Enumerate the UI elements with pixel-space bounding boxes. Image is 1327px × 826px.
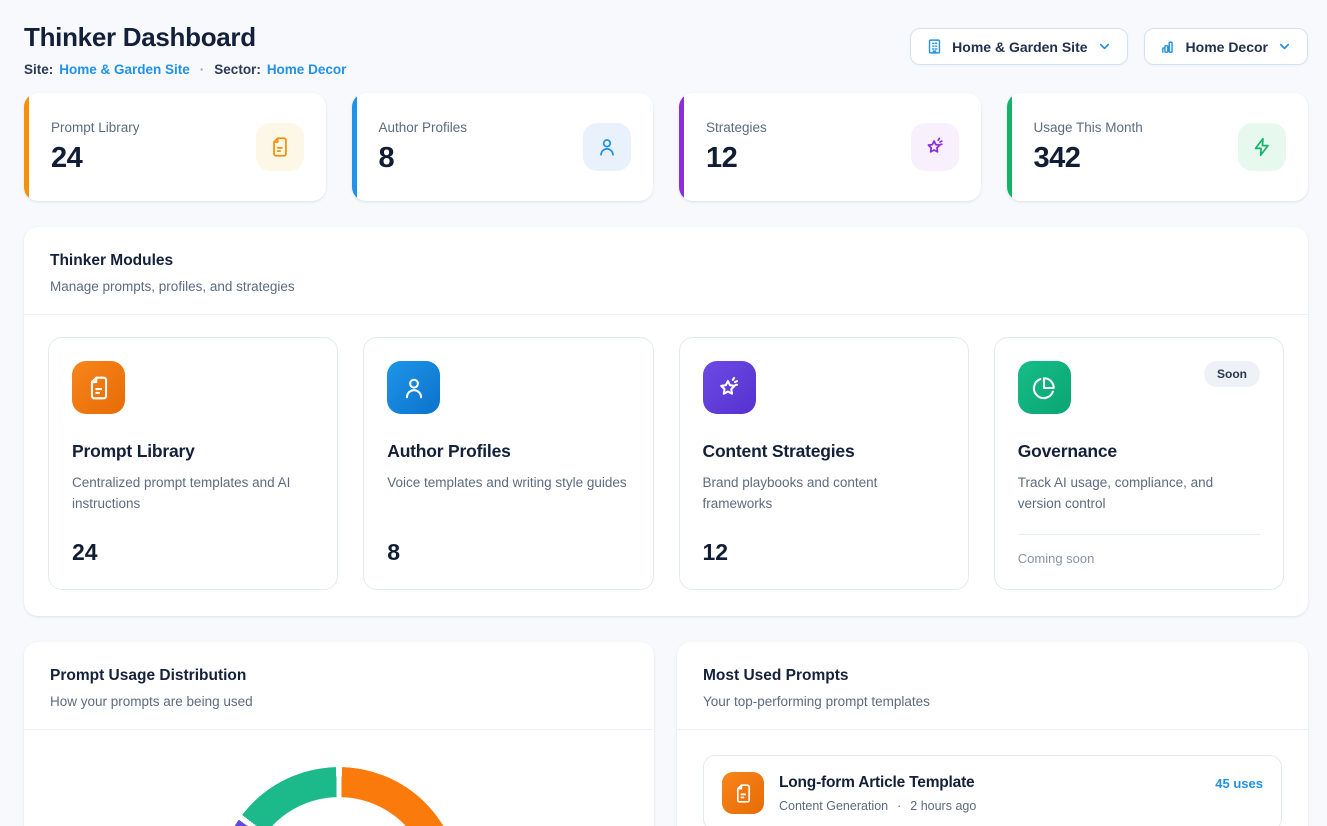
stat-label: Usage This Month [1034,120,1239,135]
sector-selector-value: Home Decor [1186,39,1268,55]
module-count: 24 [72,539,314,566]
stat-value: 8 [379,142,584,175]
sparkle-star-icon [911,123,959,171]
module-card-prompt-library[interactable]: Prompt Library Centralized prompt templa… [48,337,338,590]
document-icon [722,772,764,814]
prompt-category: Content Generation [779,799,888,813]
sector-link[interactable]: Home Decor [267,62,347,77]
stat-card-strategies: Strategies 12 [679,93,981,201]
module-description: Voice templates and writing style guides [387,473,629,494]
module-card-governance[interactable]: Soon Governance Track AI usage, complian… [994,337,1284,590]
sector-selector-dropdown[interactable]: Home Decor [1144,28,1308,65]
prompts-list: Long-form Article Template Content Gener… [677,730,1308,826]
header-selectors: Home & Garden Site Home Decor [910,28,1308,65]
document-icon [256,123,304,171]
module-card-content-strategies[interactable]: Content Strategies Brand playbooks and c… [679,337,969,590]
prompts-panel-header: Most Used Prompts Your top-performing pr… [677,642,1308,730]
usage-chart-area: 15% [24,767,654,826]
module-title: Content Strategies [703,441,945,462]
page-title: Thinker Dashboard [24,22,346,53]
dashboard-page: Thinker Dashboard Site: Home & Garden Si… [0,0,1327,826]
header-titles: Thinker Dashboard Site: Home & Garden Si… [24,22,346,77]
most-used-prompts-panel: Most Used Prompts Your top-performing pr… [677,642,1308,826]
stat-card-usage: Usage This Month 342 [1007,93,1309,201]
module-title: Prompt Library [72,441,314,462]
usage-donut [217,767,461,826]
stat-accent-bar [352,93,357,201]
chevron-down-icon [1277,39,1292,54]
stat-accent-bar [1007,93,1012,201]
meta-dot: · [897,799,901,813]
module-card-author-profiles[interactable]: Author Profiles Voice templates and writ… [363,337,653,590]
stats-row: Prompt Library 24 Author Profiles 8 [24,93,1308,201]
stat-label: Author Profiles [379,120,584,135]
document-icon [72,361,125,414]
module-count: 8 [387,539,629,566]
lightning-bolt-icon [1238,123,1286,171]
coming-soon-text: Coming soon [1018,535,1260,566]
stat-card-author-profiles: Author Profiles 8 [352,93,654,201]
stat-accent-bar [24,93,29,201]
prompt-list-item[interactable]: Long-form Article Template Content Gener… [703,755,1282,826]
module-description: Track AI usage, compliance, and version … [1018,473,1260,515]
modules-title: Thinker Modules [50,252,1282,270]
user-icon [583,123,631,171]
site-link[interactable]: Home & Garden Site [59,62,190,77]
module-description: Centralized prompt templates and AI inst… [72,473,314,515]
prompt-uses-badge: 45 uses [1215,776,1263,791]
prompts-panel-title: Most Used Prompts [703,667,1282,685]
prompt-title: Long-form Article Template [779,774,1200,792]
stat-card-prompt-library: Prompt Library 24 [24,93,326,201]
sector-label: Sector: [214,62,261,77]
modules-panel: Thinker Modules Manage prompts, profiles… [24,227,1308,616]
usage-panel-header: Prompt Usage Distribution How your promp… [24,642,654,730]
stat-label: Prompt Library [51,120,256,135]
modules-grid: Prompt Library Centralized prompt templa… [24,315,1308,616]
building-icon [926,38,943,55]
modules-subtitle: Manage prompts, profiles, and strategies [50,279,1282,294]
usage-panel-title: Prompt Usage Distribution [50,667,628,685]
usage-distribution-panel: Prompt Usage Distribution How your promp… [24,642,654,826]
stat-label: Strategies [706,120,911,135]
user-icon [387,361,440,414]
usage-panel-subtitle: How your prompts are being used [50,694,628,709]
site-label: Site: [24,62,53,77]
pie-chart-icon [1018,361,1071,414]
bottom-row: Prompt Usage Distribution How your promp… [24,642,1308,826]
module-title: Governance [1018,441,1260,462]
breadcrumb: Site: Home & Garden Site · Sector: Home … [24,62,346,77]
module-description: Brand playbooks and content frameworks [703,473,945,515]
prompts-panel-subtitle: Your top-performing prompt templates [703,694,1282,709]
stat-accent-bar [679,93,684,201]
prompt-time: 2 hours ago [910,799,976,813]
site-selector-value: Home & Garden Site [952,39,1087,55]
soon-badge: Soon [1204,361,1260,387]
stat-value: 342 [1034,142,1239,175]
chevron-down-icon [1097,39,1112,54]
page-header: Thinker Dashboard Site: Home & Garden Si… [24,22,1308,77]
bar-chart-icon [1160,38,1177,55]
module-title: Author Profiles [387,441,629,462]
module-count: 12 [703,539,945,566]
breadcrumb-dot: · [200,62,205,77]
stat-value: 12 [706,142,911,175]
modules-panel-header: Thinker Modules Manage prompts, profiles… [24,227,1308,315]
sparkle-star-icon [703,361,756,414]
site-selector-dropdown[interactable]: Home & Garden Site [910,28,1127,65]
stat-value: 24 [51,142,256,175]
